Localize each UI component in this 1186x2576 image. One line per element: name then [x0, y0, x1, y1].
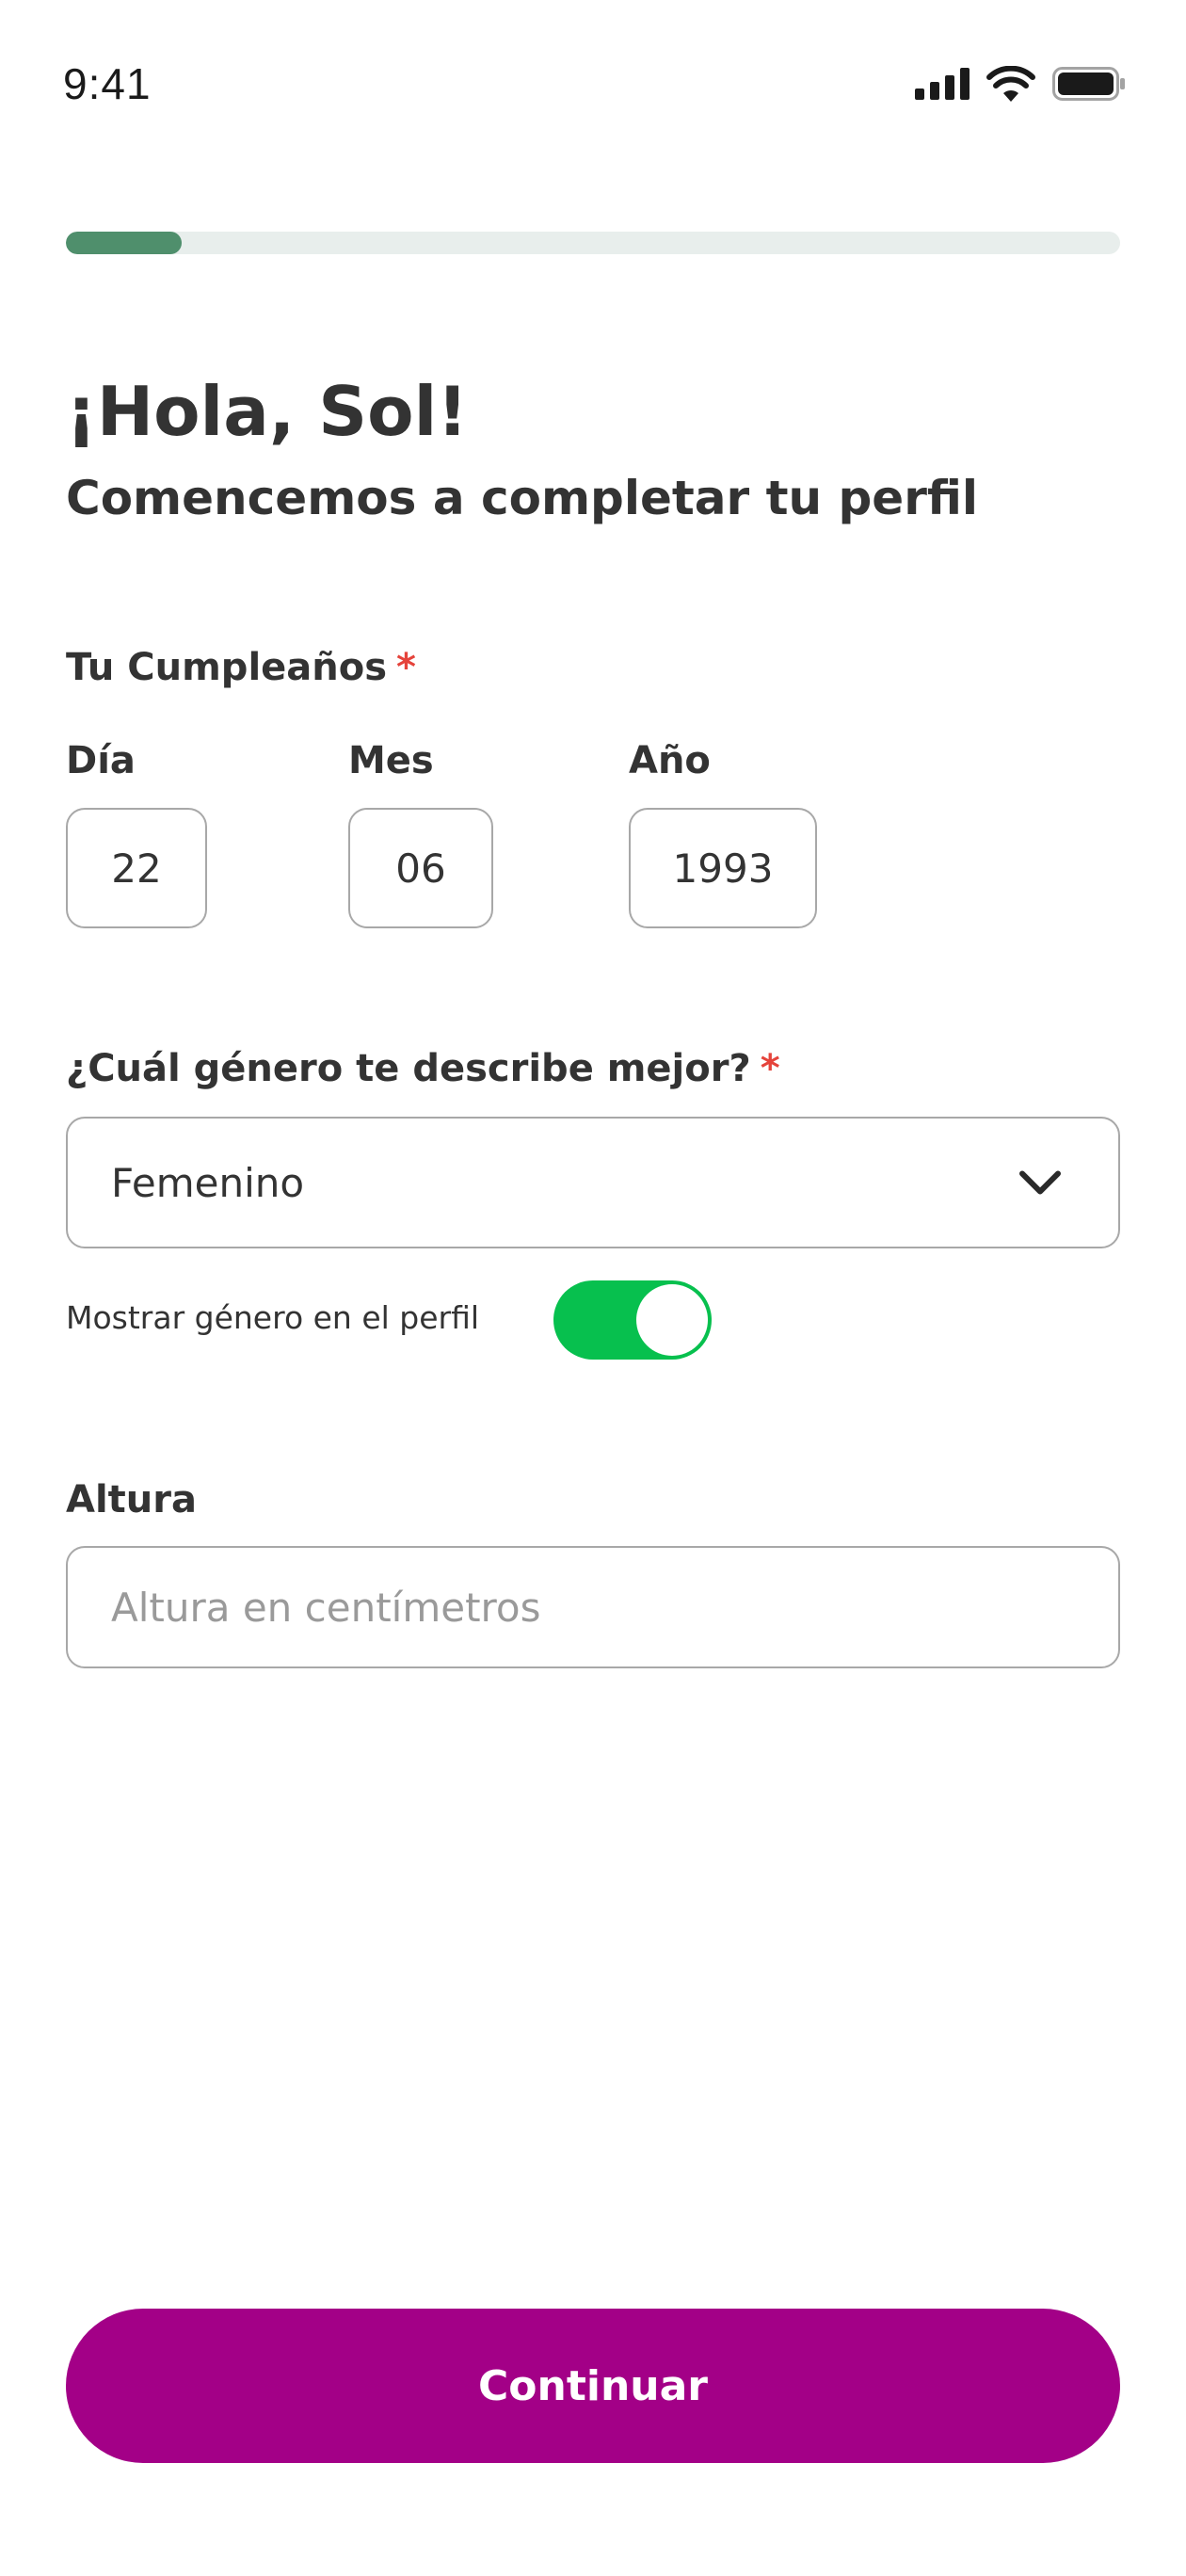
battery-icon: [1052, 67, 1126, 105]
progress-fill: [66, 232, 183, 254]
month-input[interactable]: 06: [348, 808, 493, 928]
height-label: Altura: [66, 1478, 197, 1521]
required-mark: *: [760, 1047, 780, 1090]
progress-bar: [66, 232, 1120, 254]
gender-label-text: ¿Cuál género te describe mejor?: [66, 1047, 751, 1090]
birthday-label-text: Tu Cumpleaños: [66, 646, 388, 689]
birthday-label: Tu Cumpleaños *: [66, 646, 416, 689]
required-mark: *: [396, 646, 416, 689]
continue-button[interactable]: Continuar: [66, 2309, 1120, 2463]
status-time: 9:41: [63, 59, 152, 108]
gender-label: ¿Cuál género te describe mejor? *: [66, 1047, 780, 1090]
greeting-title: ¡Hola, Sol!: [66, 372, 469, 451]
height-input[interactable]: [66, 1546, 1120, 1668]
year-label: Año: [629, 739, 711, 782]
show-gender-label: Mostrar género en el perfil: [66, 1299, 480, 1336]
chevron-down-icon: [1018, 1160, 1062, 1206]
gender-selected-value: Femenino: [111, 1159, 305, 1206]
day-label: Día: [66, 739, 136, 782]
status-icons: [915, 65, 1126, 105]
year-input[interactable]: 1993: [629, 808, 817, 928]
show-gender-toggle[interactable]: [553, 1280, 712, 1360]
page-subtitle: Comencemos a completar tu perfil: [66, 471, 979, 525]
day-input[interactable]: 22: [66, 808, 207, 928]
gender-select[interactable]: Femenino: [66, 1117, 1120, 1248]
cellular-signal-icon: [915, 68, 970, 104]
toggle-knob: [636, 1284, 708, 1356]
month-label: Mes: [348, 739, 434, 782]
wifi-icon: [986, 65, 1035, 105]
